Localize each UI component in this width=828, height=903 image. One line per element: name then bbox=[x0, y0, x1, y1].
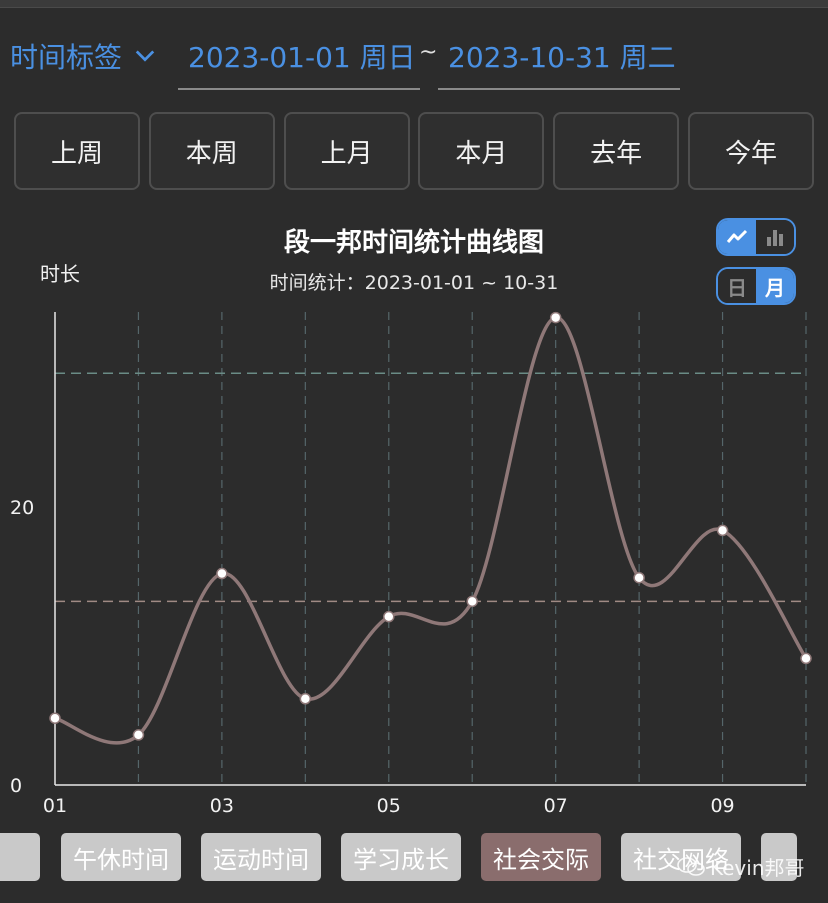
bar-chart-button[interactable] bbox=[756, 220, 794, 254]
category-chip-partial-left[interactable] bbox=[0, 833, 40, 881]
data-point-05 bbox=[383, 610, 395, 623]
x-tick-label-03: 03 bbox=[210, 795, 234, 817]
x-tick-label-09: 09 bbox=[710, 795, 734, 817]
data-point-02 bbox=[132, 729, 145, 741]
y-axis-label: 时长 bbox=[40, 262, 80, 286]
end-date-value: 2023-10-31 周二 bbox=[448, 41, 676, 74]
start-date-field[interactable]: 2023-01-01 周日 bbox=[178, 28, 420, 90]
x-tick-label-05: 05 bbox=[377, 795, 401, 817]
last-year-button[interactable]: 去年 bbox=[553, 112, 680, 190]
line-chart-button[interactable] bbox=[718, 220, 756, 254]
end-date-field[interactable]: 2023-10-31 周二 bbox=[438, 28, 680, 90]
data-point-01 bbox=[49, 712, 61, 724]
y-tick-label-0: 0 bbox=[10, 775, 22, 797]
top-edge bbox=[0, 0, 828, 8]
chart-subtitle: 时间统计：2023-01-01 ~ 10-31 bbox=[269, 272, 559, 294]
line-chart-icon bbox=[726, 229, 748, 243]
x-tick-label-01: 01 bbox=[43, 795, 67, 817]
series-line bbox=[54, 315, 808, 745]
watermark-text: Kevin邦哥 bbox=[710, 856, 805, 880]
category-chip-social[interactable]: 社会交际 bbox=[481, 833, 601, 881]
category-chip-learning[interactable]: 学习成长 bbox=[341, 833, 461, 881]
wechat-icon bbox=[677, 856, 705, 876]
data-point-04 bbox=[299, 692, 312, 705]
this-year-button[interactable]: 今年 bbox=[687, 112, 814, 190]
data-point-03 bbox=[216, 567, 228, 580]
x-tick-label-07: 07 bbox=[544, 795, 568, 817]
start-date-value: 2023-01-01 周日 bbox=[188, 41, 416, 74]
y-tick-label-20: 20 bbox=[10, 497, 34, 519]
category-chip-lunch-break[interactable]: 午休时间 bbox=[61, 833, 181, 881]
time-tag-label: 时间标签 bbox=[10, 41, 123, 74]
data-point-09 bbox=[716, 524, 729, 537]
this-week-button[interactable]: 本周 bbox=[148, 112, 275, 190]
data-point-06 bbox=[466, 595, 478, 608]
chart-title: 段一邦时间统计曲线图 bbox=[283, 228, 544, 258]
chevron-down-icon bbox=[135, 50, 155, 62]
time-tag-dropdown[interactable]: 时间标签 bbox=[10, 36, 156, 76]
time-line-chart: 0 20 01 03 05 07 09 bbox=[10, 311, 812, 817]
category-chip-exercise[interactable]: 运动时间 bbox=[201, 833, 321, 881]
day-button[interactable]: 日 bbox=[718, 269, 756, 303]
date-separator: ~ bbox=[419, 40, 438, 65]
quick-range-buttons: 上周 本周 上月 本月 去年 今年 bbox=[14, 112, 814, 190]
watermark: Kevin邦哥 bbox=[676, 852, 805, 881]
date-range-row: 时间标签 2023-01-01 周日 ~ 2023-10-31 周二 bbox=[0, 28, 828, 92]
month-button[interactable]: 月 bbox=[756, 269, 794, 303]
last-month-button[interactable]: 上月 bbox=[283, 112, 410, 190]
data-point-10 bbox=[800, 652, 812, 665]
bar-chart-icon bbox=[767, 230, 783, 246]
data-point-08 bbox=[633, 571, 645, 584]
data-point-07 bbox=[549, 311, 562, 324]
last-week-button[interactable]: 上周 bbox=[14, 112, 140, 190]
chart-type-toggle bbox=[716, 218, 796, 256]
this-month-button[interactable]: 本月 bbox=[418, 112, 545, 190]
